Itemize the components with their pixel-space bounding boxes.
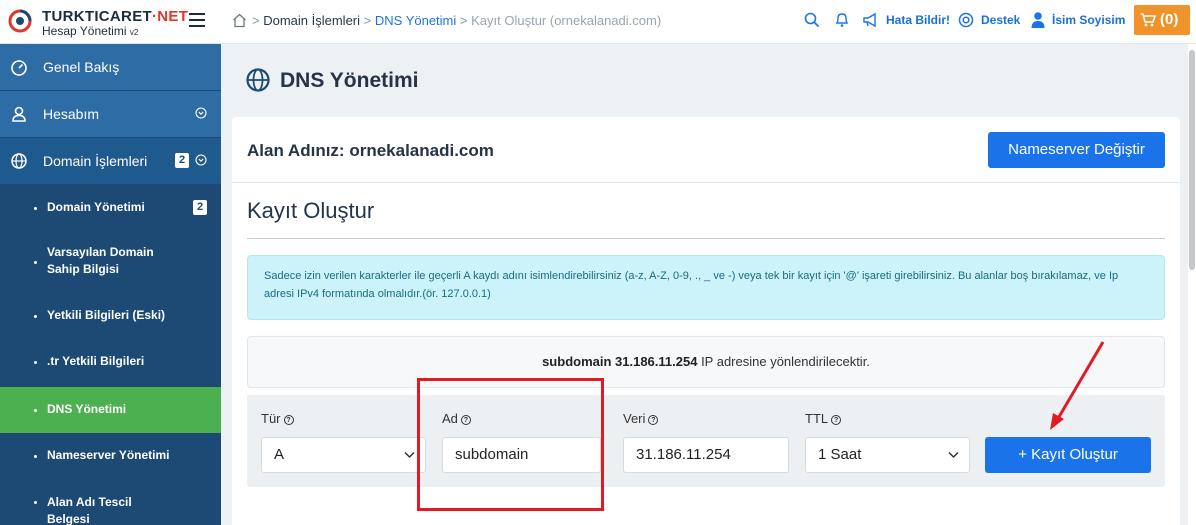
sidebar-subitem-varsayilan-sahip[interactable]: Varsayılan Domain Sahip Bilgisi (0, 231, 221, 293)
ttl-value: 1 Saat (818, 446, 862, 463)
count-badge: 2 (193, 200, 207, 215)
type-select[interactable]: A (261, 437, 426, 473)
bullet-icon (34, 315, 37, 318)
support-link[interactable]: Destek (981, 13, 1020, 27)
bullet-icon (34, 409, 37, 412)
chevron-down-icon (195, 107, 207, 119)
bell-icon[interactable] (835, 11, 849, 28)
brand-header: TURKTICARET·NET Hesap Yönetimi v2 (0, 0, 221, 44)
bullet-icon (34, 455, 37, 458)
breadcrumb-item[interactable]: DNS Yönetimi (375, 13, 456, 28)
cart-button[interactable]: (0) (1134, 5, 1190, 35)
create-record-button[interactable]: + Kayıt Oluştur (985, 437, 1151, 473)
topbar: > Domain İşlemleri > DNS Yönetimi > Kayı… (221, 0, 1196, 44)
bullet-icon (34, 261, 37, 264)
sidebar-subitem-dns-yonetimi[interactable]: DNS Yönetimi (0, 387, 221, 433)
sidebar-subitem-domain-yonetimi[interactable]: Domain Yönetimi 2 (0, 185, 221, 231)
breadcrumb: > Domain İşlemleri > DNS Yönetimi > Kayı… (252, 13, 662, 28)
highlight-box (417, 378, 604, 511)
sidebar-subitem-label: Alan Adı Tescil Belgesi (47, 495, 132, 525)
dashboard-icon (11, 60, 27, 76)
sidebar-subitem-yetkili-eski[interactable]: Yetkili Bilgileri (Eski) (0, 293, 221, 339)
help-icon[interactable]: ? (648, 415, 659, 425)
change-nameserver-button[interactable]: Nameserver Değiştir (988, 132, 1165, 168)
ttl-label: TTL? (805, 411, 842, 426)
divider (247, 238, 1165, 239)
sidebar-item-domain-islemleri[interactable]: Domain İşlemleri 2 (0, 138, 221, 184)
data-input[interactable]: 31.186.11.254 (623, 437, 789, 473)
cart-count: (0) (1160, 11, 1179, 28)
globe-icon (246, 68, 270, 92)
brand-subtitle: Hesap Yönetimi v2 (42, 24, 139, 38)
globe-icon (11, 153, 27, 169)
search-icon[interactable] (804, 12, 820, 28)
user-icon (12, 106, 26, 122)
sidebar-subitem-nameserver[interactable]: Nameserver Yönetimi (0, 433, 221, 479)
sidebar-subitem-label: Varsayılan Domain Sahip Bilgisi (47, 245, 154, 276)
help-icon[interactable]: ? (283, 415, 294, 425)
brand-name[interactable]: TURKTICARET·NET (42, 8, 188, 25)
scrollbar-thumb[interactable] (1189, 50, 1195, 270)
sidebar-item-label: Domain İşlemleri (43, 153, 148, 169)
record-preview: subdomain 31.186.11.254 IP adresine yönl… (247, 336, 1165, 388)
support-icon[interactable] (958, 12, 974, 28)
sidebar-item-hesabim[interactable]: Hesabım (0, 91, 221, 137)
sidebar-subitem-label: Nameserver Yönetimi (47, 448, 170, 462)
user-icon[interactable] (1031, 11, 1045, 28)
chevron-down-icon (195, 154, 207, 166)
home-icon[interactable] (232, 13, 247, 28)
sidebar-item-label: Hesabım (43, 106, 100, 122)
type-value: A (274, 446, 285, 463)
report-bug-link[interactable]: Hata Bildir! (886, 13, 950, 27)
bullet-icon (34, 501, 37, 504)
sidebar-subitem-label: .tr Yetkili Bilgileri (47, 354, 145, 368)
bullet-icon (34, 361, 37, 364)
page-title: DNS Yönetimi (280, 69, 419, 92)
chevron-down-icon (948, 451, 959, 459)
sidebar-subitem-label: DNS Yönetimi (47, 402, 127, 416)
sidebar-item-genel-bakis[interactable]: Genel Bakış (0, 44, 221, 90)
type-label: Tür? (261, 411, 294, 426)
menu-toggle-icon[interactable] (189, 13, 205, 27)
cart-icon (1140, 13, 1156, 27)
chevron-down-icon (404, 451, 415, 459)
arrow-annotation (1050, 341, 1105, 430)
user-menu[interactable]: İsim Soyisim (1052, 13, 1125, 27)
sidebar-subitem-tr-yetkili[interactable]: .tr Yetkili Bilgileri (0, 339, 221, 386)
count-badge: 2 (175, 153, 189, 168)
ttl-select[interactable]: 1 Saat (805, 437, 970, 473)
domain-heading: Alan Adınız: ornekalanadi.com (247, 141, 494, 160)
megaphone-icon[interactable] (862, 12, 879, 28)
divider (232, 182, 1180, 183)
info-alert: Sadece izin verilen karakterler ile geçe… (247, 255, 1165, 320)
breadcrumb-item[interactable]: Domain İşlemleri (263, 13, 360, 28)
section-title: Kayıt Oluştur (247, 198, 375, 223)
logo-icon (8, 9, 32, 33)
bullet-icon (34, 207, 37, 210)
sidebar-subitem-label: Domain Yönetimi (47, 200, 145, 214)
help-icon[interactable]: ? (831, 415, 842, 425)
sidebar-subitem-label: Yetkili Bilgileri (Eski) (47, 308, 166, 322)
sidebar-item-label: Genel Bakış (43, 59, 120, 75)
sidebar-subitem-tescil-belgesi[interactable]: Alan Adı Tescil Belgesi (0, 479, 221, 525)
data-label: Veri? (623, 411, 659, 426)
breadcrumb-current: Kayıt Oluştur (ornekalanadi.com) (471, 13, 662, 28)
